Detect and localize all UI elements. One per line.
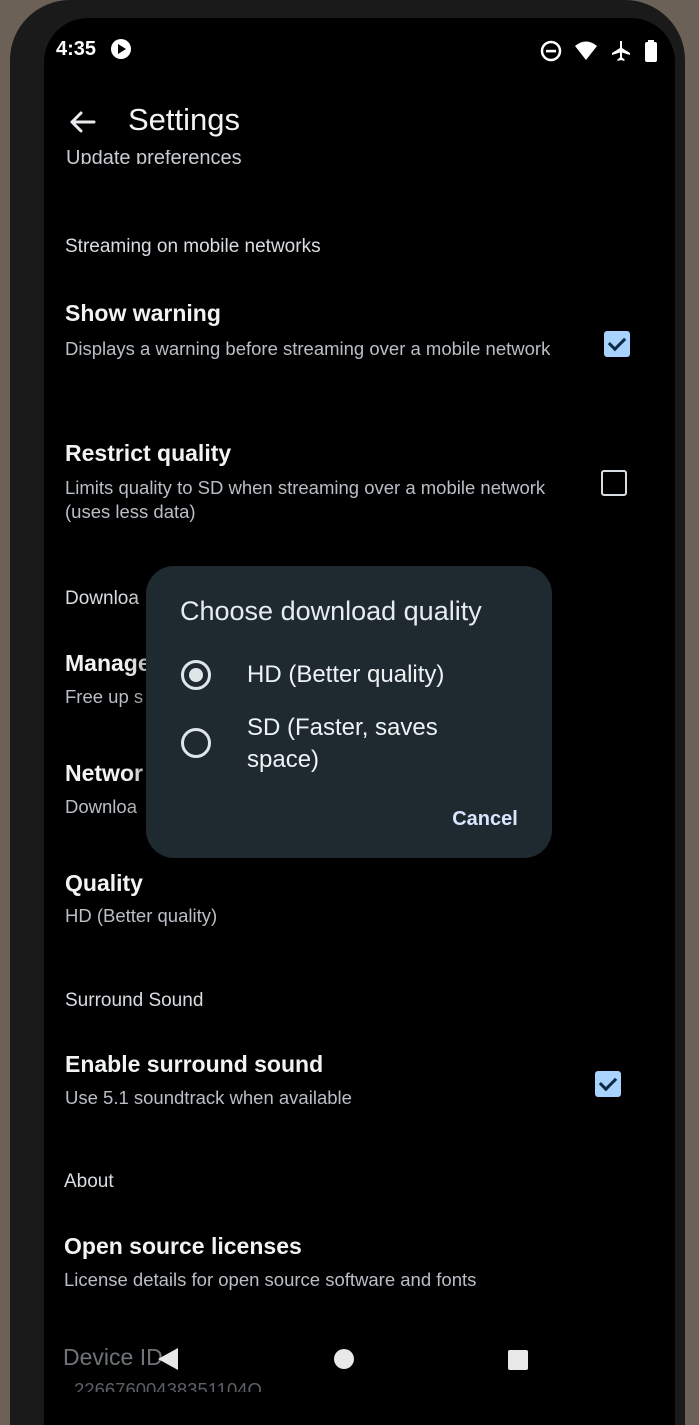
pref-title-manage: Manage (65, 650, 151, 676)
section-header-downloads: Downloa (65, 588, 139, 609)
media-icon (110, 38, 132, 65)
pref-title-quality: Quality (65, 870, 143, 896)
pref-summary-network: Downloa (65, 796, 137, 817)
do-not-disturb-icon (540, 40, 562, 62)
nav-home-button[interactable] (334, 1349, 354, 1369)
airplane-icon (612, 41, 630, 61)
back-button[interactable] (64, 104, 100, 140)
screen: 4:35 Settings Update preferences Streami… (44, 18, 675, 1425)
pref-summary-device-id: 22667600438351104Q (74, 1379, 262, 1392)
section-header-streaming: Streaming on mobile networks (65, 236, 321, 257)
option-sd-label: SD (Faster, saves space) (247, 714, 438, 773)
dialog-title: Choose download quality (180, 596, 482, 626)
pref-summary-restrict-quality: Limits quality to SD when streaming over… (65, 477, 546, 522)
radio-sd[interactable] (181, 728, 211, 758)
pref-title-licenses: Open source licenses (64, 1233, 302, 1259)
show-warning-checkbox[interactable] (604, 331, 630, 357)
device-frame: 4:35 Settings Update preferences Streami… (10, 0, 685, 1425)
wifi-icon (575, 41, 597, 60)
pref-summary-manage: Free up s (65, 686, 144, 707)
pref-title-show-warning: Show warning (65, 300, 221, 326)
pref-title-restrict-quality: Restrict quality (65, 440, 232, 466)
restrict-quality-checkbox[interactable] (601, 470, 627, 496)
pref-summary-quality: HD (Better quality) (65, 905, 218, 926)
pref-summary-enable-surround: Use 5.1 soundtrack when available (65, 1087, 352, 1108)
pref-quality[interactable] (60, 860, 650, 940)
nav-back-button[interactable] (158, 1348, 178, 1370)
pref-summary-show-warning: Displays a warning before streaming over… (65, 338, 551, 359)
arrow-back-icon (70, 111, 96, 133)
pref-title-network: Networ (65, 760, 143, 786)
status-icons (540, 40, 658, 62)
enable-surround-checkbox[interactable] (595, 1071, 621, 1097)
cut-off-preference-text: Update preferences (66, 150, 242, 164)
page-title: Settings (128, 102, 241, 137)
pref-title-enable-surround: Enable surround sound (65, 1051, 324, 1077)
section-header-about: About (64, 1171, 114, 1192)
nav-recents-button[interactable] (508, 1350, 528, 1370)
option-hd-label: HD (Better quality) (247, 661, 445, 688)
pref-summary-licenses: License details for open source software… (64, 1269, 477, 1290)
pref-title-device-id: Device ID (63, 1344, 163, 1370)
cancel-button[interactable]: Cancel (440, 800, 530, 838)
radio-hd[interactable] (181, 660, 211, 690)
section-header-surround: Surround Sound (65, 990, 204, 1011)
battery-icon (645, 40, 657, 62)
status-time: 4:35 (56, 38, 97, 60)
